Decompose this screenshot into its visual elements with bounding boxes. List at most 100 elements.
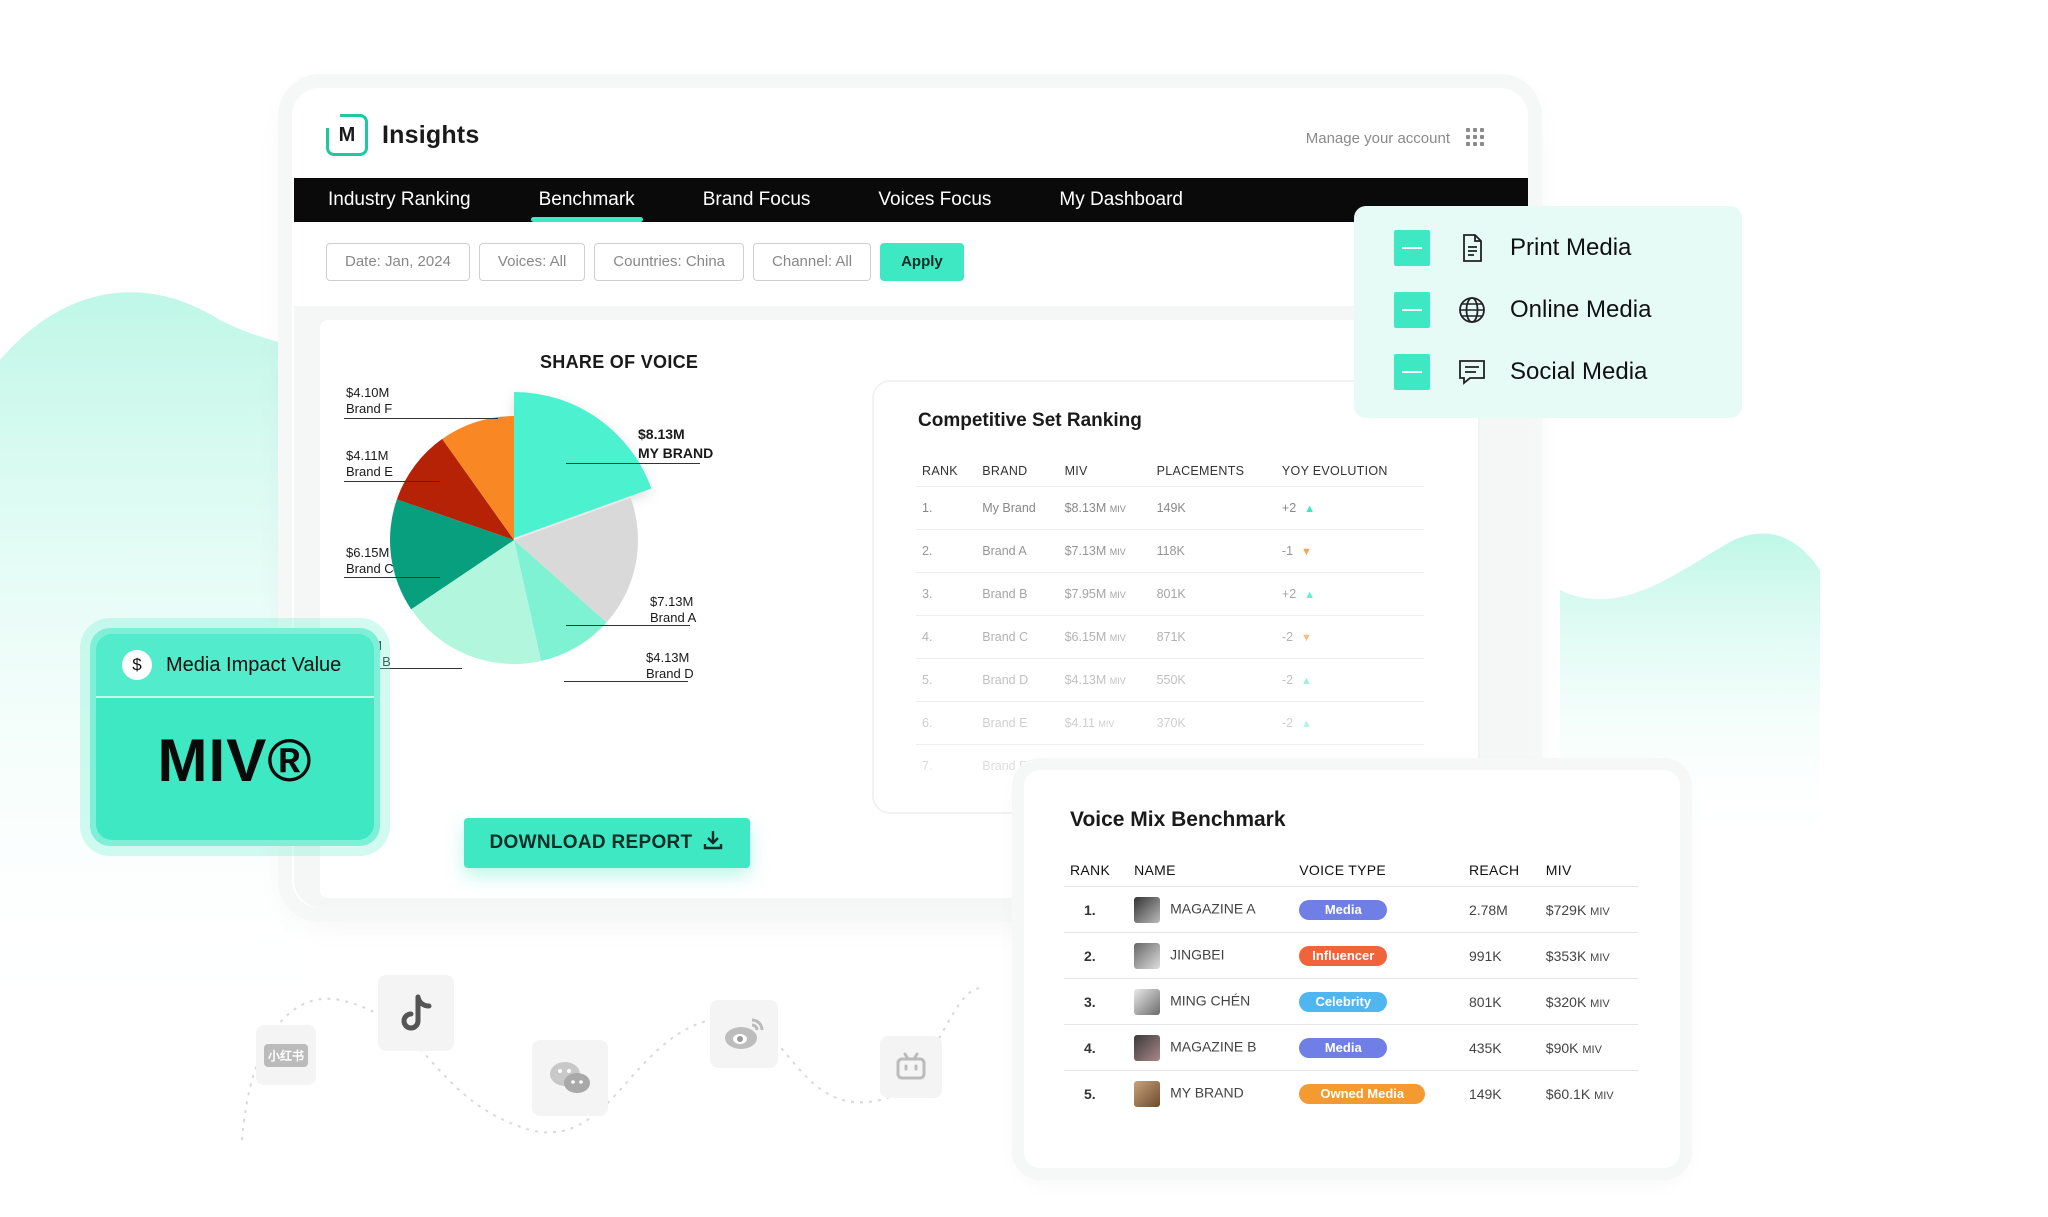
avatar xyxy=(1134,1034,1161,1061)
xiaohongshu-icon[interactable]: 小红书 xyxy=(256,1025,316,1085)
col-reach: REACH xyxy=(1468,862,1520,878)
voice-type-badge: Media xyxy=(1299,899,1388,920)
placements-cell: 370K xyxy=(1150,701,1276,745)
weibo-icon[interactable] xyxy=(710,1000,778,1068)
checkbox-print[interactable] xyxy=(1394,230,1430,266)
download-report-label: DOWNLOAD REPORT xyxy=(489,832,693,853)
table-row[interactable]: 5. Brand D $4.13M MIV 550K -2 ▲ xyxy=(916,658,1424,702)
miv-cell: $8.13M MIV xyxy=(1058,486,1151,530)
rank-cell: 2. xyxy=(916,529,977,573)
label-value: $4.11M xyxy=(346,448,389,463)
filter-bar: Date: Jan, 2024 Voices: All Countries: C… xyxy=(326,243,964,281)
col-name: NAME xyxy=(1134,862,1176,878)
label-name: Brand A xyxy=(650,610,697,625)
triangle-up-icon: ▲ xyxy=(1301,675,1312,687)
media-row-social[interactable]: Social Media xyxy=(1394,354,1647,390)
voice-type-badge: Owned Media xyxy=(1299,1083,1426,1104)
leader-line xyxy=(344,481,440,482)
app-logo[interactable]: M xyxy=(326,114,368,156)
yoy-cell: -1 ▼ xyxy=(1275,529,1424,573)
label-value: $7.13M xyxy=(650,594,694,609)
label-brand-f: $4.10M Brand F xyxy=(346,385,392,417)
date-filter[interactable]: Date: Jan, 2024 xyxy=(326,243,470,281)
media-label-print: Print Media xyxy=(1510,234,1632,261)
checkbox-online[interactable] xyxy=(1394,292,1430,328)
col-rank: RANK xyxy=(922,464,958,478)
yoy-cell: -2 ▲ xyxy=(1275,658,1424,702)
brand-cell: Brand D xyxy=(976,658,1059,702)
miv-cell: $7.13M MIV xyxy=(1058,529,1151,573)
media-row-online[interactable]: Online Media xyxy=(1394,292,1651,328)
tab-brand-focus[interactable]: Brand Focus xyxy=(669,178,845,222)
wechat-icon[interactable] xyxy=(532,1040,608,1116)
table-row[interactable]: 2. JINGBEI Influencer 991K $353K MIV xyxy=(1064,932,1638,979)
bilibili-icon[interactable] xyxy=(880,1036,942,1098)
tab-voices-focus[interactable]: Voices Focus xyxy=(844,178,1025,222)
countries-filter[interactable]: Countries: China xyxy=(594,243,745,281)
apply-button[interactable]: Apply xyxy=(880,243,964,281)
avatar xyxy=(1134,896,1161,923)
table-row[interactable]: 4. MAGAZINE B Media 435K $90K MIV xyxy=(1064,1024,1638,1071)
triangle-up-icon: ▲ xyxy=(1304,503,1316,515)
manage-account-link[interactable]: Manage your account xyxy=(1306,130,1450,147)
miv-cell: $60.1K MIV xyxy=(1539,1070,1638,1116)
download-icon xyxy=(702,829,724,857)
media-row-print[interactable]: Print Media xyxy=(1394,230,1631,266)
table-row[interactable]: 2. Brand A $7.13M MIV 118K -1 ▼ xyxy=(916,529,1424,573)
table-row[interactable]: 3. Brand B $7.95M MIV 801K +2 ▲ xyxy=(916,572,1424,616)
miv-cell: $320K MIV xyxy=(1539,978,1638,1025)
voice-type-cell: Media xyxy=(1293,886,1463,933)
tab-my-dashboard[interactable]: My Dashboard xyxy=(1025,178,1217,222)
tab-industry-ranking[interactable]: Industry Ranking xyxy=(294,178,505,222)
label-value: $4.10M xyxy=(346,385,390,400)
document-icon xyxy=(1463,234,1482,262)
name-cell: MAGAZINE B xyxy=(1128,1024,1294,1071)
rank-cell: 4. xyxy=(1064,1024,1129,1071)
tab-benchmark[interactable]: Benchmark xyxy=(505,178,669,222)
xiaohongshu-text: 小红书 xyxy=(263,1043,308,1067)
media-label-online: Online Media xyxy=(1510,296,1652,323)
miv-cell: $7.95M MIV xyxy=(1058,572,1151,616)
rank-cell: 5. xyxy=(916,658,977,702)
table-row[interactable]: 6. Brand E $4.11 MIV 370K -2 ▲ xyxy=(916,701,1424,745)
label-brand-a: $7.13M Brand A xyxy=(650,594,696,626)
placements-cell: 118K xyxy=(1150,529,1276,573)
avatar xyxy=(1134,942,1161,969)
table-row[interactable]: 5. MY BRAND Owned Media 149K $60.1K MIV xyxy=(1064,1070,1638,1116)
voice-type-badge: Celebrity xyxy=(1299,991,1388,1012)
competitive-set-card: Competitive Set Ranking RANK BRAND MIV P… xyxy=(874,382,1478,812)
miv-header: $ Media Impact Value xyxy=(96,634,374,696)
leader-line xyxy=(344,418,498,419)
voice-type-cell: Media xyxy=(1293,1024,1463,1071)
voices-filter[interactable]: Voices: All xyxy=(478,243,586,281)
rank-cell: 3. xyxy=(1064,978,1129,1025)
channel-filter[interactable]: Channel: All xyxy=(753,243,872,281)
label-value: $8.13M xyxy=(638,426,685,442)
rank-cell: 1. xyxy=(1064,886,1129,933)
triangle-up-icon: ▲ xyxy=(1301,718,1312,730)
table-row[interactable]: 4. Brand C $6.15M MIV 871K -2 ▼ xyxy=(916,615,1424,659)
rank-cell: 3. xyxy=(916,572,977,616)
checkbox-social[interactable] xyxy=(1394,354,1430,390)
competitive-table: RANK BRAND MIV PLACEMENTS YOY EVOLUTION … xyxy=(916,458,1424,787)
label-name: MY BRAND xyxy=(638,445,714,461)
label-name: Brand C xyxy=(346,561,394,576)
table-row[interactable]: 1. MAGAZINE A Media 2.78M $729K MIV xyxy=(1064,886,1638,933)
col-brand: BRAND xyxy=(982,464,1028,478)
media-label-social: Social Media xyxy=(1510,358,1648,385)
download-report-button[interactable]: DOWNLOAD REPORT xyxy=(464,818,750,868)
triangle-up-icon: ▲ xyxy=(1304,589,1316,601)
yoy-cell: -2 ▲ xyxy=(1275,701,1424,745)
miv-cell: $353K MIV xyxy=(1539,932,1638,979)
voice-type-cell: Celebrity xyxy=(1293,978,1463,1025)
apps-grid-icon[interactable] xyxy=(1466,128,1484,146)
table-row[interactable]: 1. My Brand $8.13M MIV 149K +2 ▲ xyxy=(916,486,1424,530)
col-placements: PLACEMENTS xyxy=(1156,464,1245,478)
miv-cell: $6.15M MIV xyxy=(1058,615,1151,659)
miv-inner: $ Media Impact Value MIV® xyxy=(96,634,374,840)
brand-cell: Brand E xyxy=(976,701,1059,745)
tiktok-icon[interactable] xyxy=(378,975,454,1051)
table-row[interactable]: 3. MING CHÉN Celebrity 801K $320K MIV xyxy=(1064,978,1638,1025)
placements-cell: 550K xyxy=(1150,658,1276,702)
voice-type-cell: Influencer xyxy=(1293,932,1463,979)
